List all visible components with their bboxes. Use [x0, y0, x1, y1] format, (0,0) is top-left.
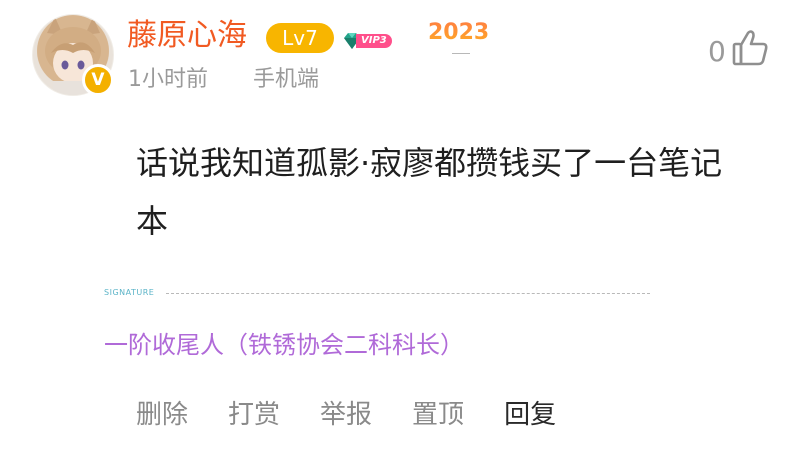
signature-label: SIGNATURE [104, 288, 155, 297]
username[interactable]: 藤原心海 [127, 16, 247, 56]
verified-icon: V [82, 64, 114, 96]
post-content: 话说我知道孤影·寂廖都攒钱买了一台笔记本 [136, 144, 723, 240]
pin-button[interactable]: 置顶 [412, 398, 464, 432]
vip-label: VIP3 [356, 34, 392, 48]
year-badge-underline [452, 53, 470, 54]
year-badge: 2023 [428, 18, 489, 48]
tip-button[interactable]: 打赏 [228, 398, 280, 432]
like-count: 0 [708, 35, 726, 68]
level-badge: Lv7 [266, 23, 334, 53]
signature-divider [166, 293, 650, 294]
vip-badge: VIP3 [342, 32, 392, 50]
report-button[interactable]: 举报 [320, 398, 372, 432]
post-actions: 删除 打赏 举报 置顶 回复 [136, 398, 556, 432]
delete-button[interactable]: 删除 [136, 398, 188, 432]
reply-button[interactable]: 回复 [504, 398, 556, 432]
post-device: 手机端 [253, 67, 320, 92]
signature-text: 一阶收尾人（铁锈协会二科科长） [104, 331, 464, 359]
thumbs-up-icon[interactable] [730, 28, 770, 68]
post-time: 1小时前 [128, 67, 208, 92]
